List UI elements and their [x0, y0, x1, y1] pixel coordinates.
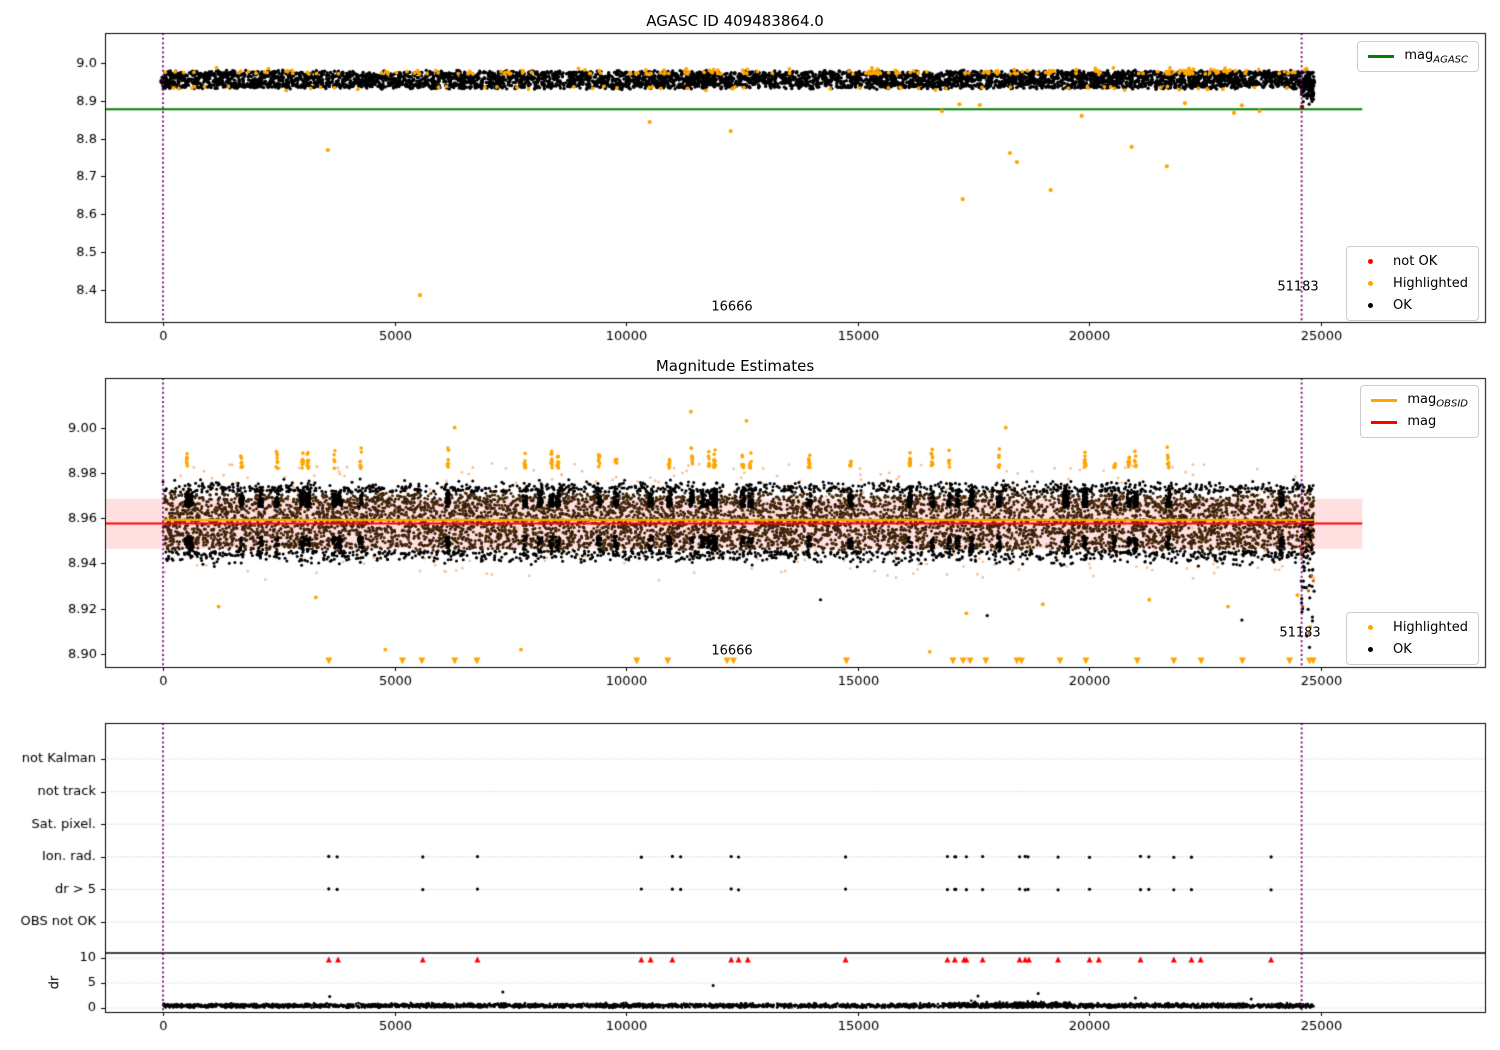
legend-row: mag [1371, 413, 1468, 432]
legend-label-mag-obsid: magOBSID [1407, 391, 1468, 410]
legend-mag-agasc: magAGASC [1357, 41, 1479, 72]
legend-plot2-lines: magOBSID mag [1360, 385, 1479, 438]
highlighted-marker-icon [1357, 279, 1383, 289]
dr-axis-label: dr [47, 975, 63, 990]
plot2-annotation-51183: 51183 [1279, 625, 1321, 641]
legend-plot1-markers: not OK Highlighted OK [1346, 246, 1479, 321]
mag-agasc-line-swatch [1368, 55, 1395, 58]
legend-label-ok2: OK [1393, 642, 1412, 657]
legend-label-highlighted: Highlighted [1393, 276, 1468, 291]
mag-obsid-line-swatch [1371, 398, 1398, 403]
legend-label-highlighted2: Highlighted [1393, 620, 1468, 635]
not-ok-marker-icon [1357, 257, 1383, 267]
plot1-title: AGASC ID 409483864.0 [646, 12, 824, 30]
figure-canvas [0, 0, 1500, 1050]
legend-row: Highlighted [1357, 274, 1468, 293]
ok-marker-icon [1357, 301, 1383, 311]
legend-label-ok: OK [1393, 298, 1412, 313]
legend-row: Highlighted [1357, 618, 1468, 637]
legend-plot2-markers: Highlighted OK [1346, 612, 1479, 665]
legend-row: magAGASC [1368, 47, 1468, 66]
legend-row: OK [1357, 296, 1468, 315]
highlighted-marker-icon [1357, 623, 1383, 633]
plot1-annotation-51183: 51183 [1277, 279, 1319, 295]
plot2-annotation-16666: 16666 [711, 643, 753, 659]
legend-label-not-ok: not OK [1393, 254, 1438, 269]
plot2-title: Magnitude Estimates [655, 357, 815, 375]
legend-row: OK [1357, 640, 1468, 659]
ok-marker-icon [1357, 645, 1383, 655]
legend-row: magOBSID [1371, 391, 1468, 410]
legend-label-mag: mag [1407, 413, 1437, 429]
mag-line-swatch [1371, 421, 1398, 424]
figure: AGASC ID 409483864.0 Magnitude Estimates… [0, 0, 1500, 1050]
legend-row: not OK [1357, 252, 1468, 271]
plot1-annotation-16666: 16666 [711, 299, 753, 315]
legend-label-mag-agasc: magAGASC [1404, 47, 1468, 66]
